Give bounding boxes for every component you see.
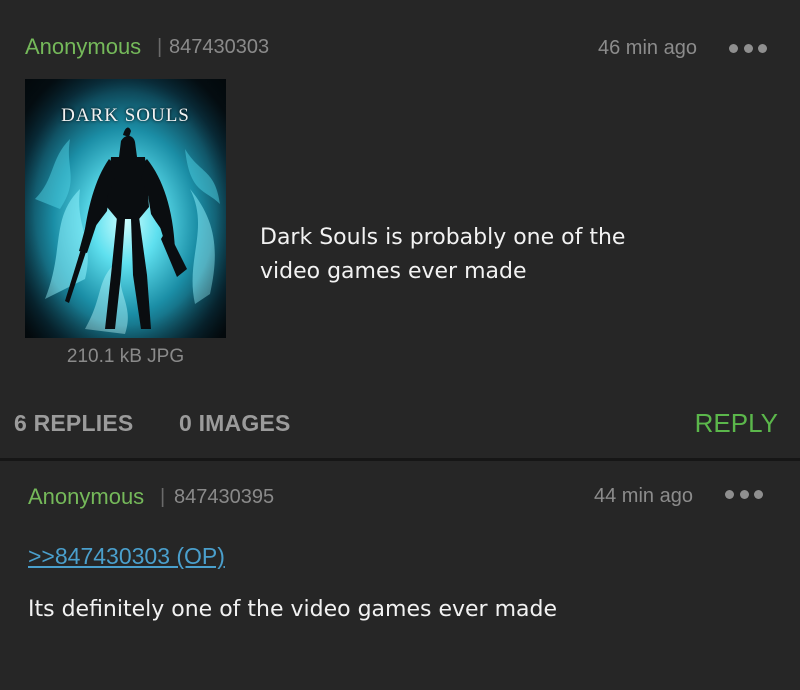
file-info: 210.1 kB JPG [66,346,185,367]
name-separator: | [157,36,163,58]
post-number[interactable]: 847430395 [174,486,274,509]
cover-title-text: DARK SOULS [61,105,190,126]
op-post: Anonymous | 847430303 46 min ago DARK SO… [0,0,800,458]
poster-name: Anonymous [25,34,142,59]
post-time: 44 min ago [594,485,693,507]
post-time: 46 min ago [598,37,697,59]
reply-post: Anonymous | 847430395 44 min ago [0,461,800,690]
post-image-thumbnail[interactable]: DARK SOULS [25,79,226,338]
post-number[interactable]: 847430303 [169,36,269,59]
images-count[interactable]: 0 IMAGES [179,410,291,437]
name-separator: | [160,486,166,508]
post-comment: Its definitely one of the video games ev… [28,597,557,622]
poster-name: Anonymous [28,484,145,509]
more-horizontal-icon[interactable] [729,42,767,54]
replies-count[interactable]: 6 REPLIES [14,410,133,437]
reply-button[interactable]: REPLY [695,408,778,439]
post-comment: Dark Souls is probably one of the video … [260,225,626,284]
more-horizontal-icon[interactable] [725,488,763,500]
op-quote-link[interactable]: >>847430303 (OP) [28,543,225,570]
